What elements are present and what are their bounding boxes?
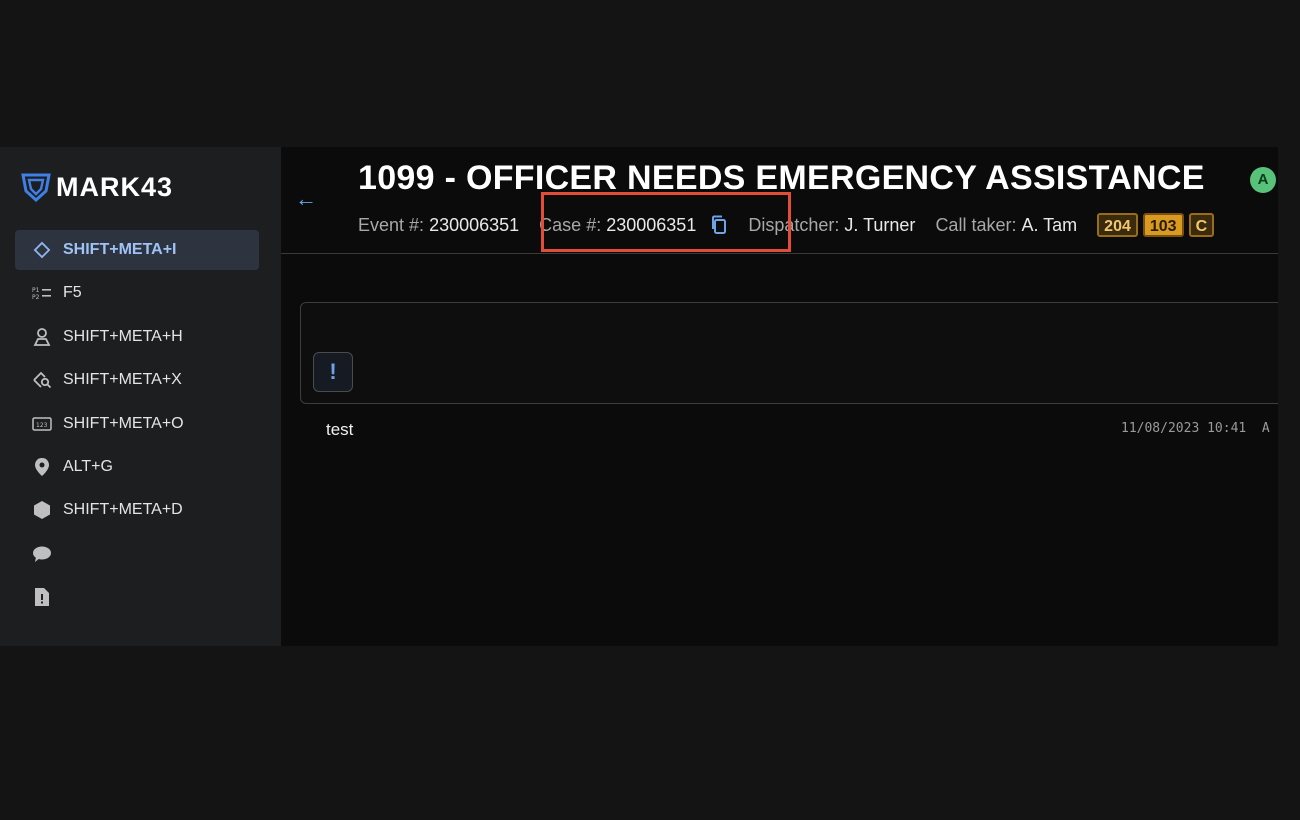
sidebar-item-shift-meta-i[interactable]: SHIFT+META+I <box>15 230 259 270</box>
sidebar-item-f5[interactable]: P1 P2 F5 <box>15 273 259 313</box>
sidebar-item-chat[interactable] <box>15 534 259 574</box>
sidebar-item-label: SHIFT+META+X <box>63 371 182 389</box>
svg-text:P2: P2 <box>32 294 40 301</box>
keypad-icon: 123 <box>31 413 53 435</box>
sidebar-item-label: ALT+G <box>63 457 113 475</box>
message-composer[interactable]: ! <box>300 302 1278 404</box>
message-text: test <box>326 420 354 439</box>
shield-logo-icon <box>21 173 51 203</box>
event-number: Event #: 230006351 <box>358 214 520 235</box>
header-divider <box>281 253 1278 254</box>
list-numbered-icon: P1 P2 <box>31 282 53 304</box>
hexagon-icon <box>31 499 53 521</box>
sidebar-item-label: SHIFT+META+D <box>63 501 183 519</box>
location-search-icon <box>31 369 53 391</box>
sidebar-item-label: F5 <box>63 284 82 302</box>
chat-icon <box>31 543 53 565</box>
map-pin-icon <box>31 456 53 478</box>
call-taker: Call taker: A. Tam <box>935 214 1078 235</box>
sidebar-item-label: SHIFT+META+H <box>63 327 183 345</box>
message-author: A <box>1261 421 1270 436</box>
sidebar: MARK43 SHIFT+META+I P1 P2 F5 SHIFT+META+H <box>0 147 281 646</box>
unit-badge[interactable]: 204 <box>1097 213 1138 237</box>
svg-text:P1: P1 <box>32 287 40 294</box>
sidebar-nav: SHIFT+META+I P1 P2 F5 SHIFT+META+H SHIFT+… <box>15 230 259 621</box>
status-badge: A <box>1250 167 1276 193</box>
sidebar-item-shift-meta-d[interactable]: SHIFT+META+D <box>15 490 259 530</box>
sidebar-item-label: SHIFT+META+I <box>63 241 177 258</box>
unit-badges: 204 103 C <box>1097 213 1219 237</box>
priority-alert-button[interactable]: ! <box>313 352 353 392</box>
diamond-icon <box>31 239 53 261</box>
sidebar-item-shift-meta-x[interactable]: SHIFT+META+X <box>15 360 259 400</box>
sidebar-item-label: SHIFT+META+O <box>63 414 184 432</box>
document-alert-icon <box>31 586 53 608</box>
brand-name: MARK43 <box>56 171 174 202</box>
brand-logo[interactable]: MARK43 <box>20 171 173 203</box>
back-arrow-icon[interactable]: ← <box>295 188 319 210</box>
sidebar-item-document[interactable] <box>15 577 259 617</box>
sidebar-item-alt-g[interactable]: ALT+G <box>15 447 259 487</box>
unit-badge[interactable]: 103 <box>1142 213 1184 237</box>
unit-badge[interactable]: C <box>1188 213 1215 237</box>
case-number-highlight <box>541 192 791 252</box>
sidebar-item-shift-meta-h[interactable]: SHIFT+META+H <box>15 317 259 357</box>
svg-text:123: 123 <box>36 422 48 429</box>
message-timestamp: 11/08/2023 10:41 A <box>1121 421 1270 436</box>
sidebar-item-shift-meta-o[interactable]: 123 SHIFT+META+O <box>15 404 259 444</box>
person-pin-icon <box>31 326 53 348</box>
